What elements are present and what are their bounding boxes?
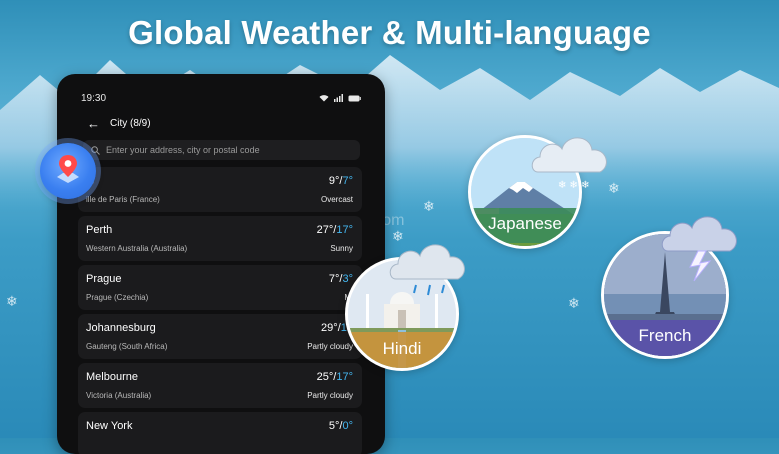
city-row[interactable]: Prague Prague (Czechia) 7°/3° Mi	[78, 265, 362, 310]
svg-text:❄ ❄ ❄: ❄ ❄ ❄	[558, 180, 590, 191]
temp-high: 25°	[316, 371, 334, 383]
back-arrow-icon[interactable]: ←	[87, 117, 100, 130]
map-pin-icon	[57, 155, 79, 183]
snowflake-icon: ❄	[6, 293, 18, 309]
city-row[interactable]: Johannesburg Gauteng (South Africa) 29°/…	[78, 314, 362, 359]
city-row[interactable]: is ille de Paris (France) 9°/7° Overcast	[78, 167, 362, 212]
temp-low: 7°	[342, 175, 353, 187]
city-region: Prague (Czechia)	[86, 293, 149, 302]
status-icons	[319, 94, 361, 102]
snowflake-icon: ❄	[392, 228, 404, 244]
temp-high: 29°	[321, 322, 338, 334]
city-region: Gauteng (South Africa)	[86, 342, 168, 351]
search-placeholder: Enter your address, city or postal code	[106, 145, 260, 155]
status-bar: 19:30	[81, 93, 361, 107]
city-condition: Sunny	[330, 244, 353, 253]
city-search-input[interactable]: Enter your address, city or postal code	[83, 140, 360, 160]
city-row[interactable]: New York 5°/0°	[78, 412, 362, 454]
language-label-japanese: Japanese	[471, 208, 579, 243]
temp-low: 17°	[336, 371, 353, 383]
city-row[interactable]: Perth Western Australia (Australia) 27°/…	[78, 216, 362, 261]
app-bar: ← City (8/9)	[87, 114, 151, 132]
search-icon	[91, 145, 100, 155]
temp-high: 9°	[328, 175, 340, 187]
cloud-storm-icon	[661, 216, 737, 282]
temp-low: 0°	[342, 420, 353, 432]
city-name: Prague	[86, 273, 122, 285]
snowflake-icon: ❄	[568, 295, 580, 311]
city-condition: Partly cloudy	[307, 342, 353, 351]
city-condition: Partly cloudy	[307, 391, 353, 400]
battery-icon	[348, 95, 361, 101]
city-list: is ille de Paris (France) 9°/7° Overcast…	[78, 167, 362, 454]
temp-low: 17°	[336, 224, 353, 236]
snowflake-icon: ❄	[608, 180, 620, 196]
city-temp: 9°/7°	[328, 175, 353, 187]
language-label-french: French	[604, 320, 726, 356]
city-name: Perth	[86, 224, 113, 236]
language-label-hindi: Hindi	[348, 332, 456, 368]
city-name: Johannesburg	[86, 322, 156, 334]
location-pin-badge	[40, 143, 96, 199]
status-time: 19:30	[81, 93, 107, 104]
city-temp: 27°/17°	[316, 224, 353, 236]
temp-high: 5°	[328, 420, 340, 432]
city-region: Victoria (Australia)	[86, 391, 152, 400]
page-title: City (8/9)	[110, 117, 151, 129]
headline: Global Weather & Multi-language	[128, 14, 651, 51]
signal-icon	[334, 94, 343, 102]
city-temp: 25°/17°	[316, 371, 353, 383]
city-row[interactable]: Melbourne Victoria (Australia) 25°/17° P…	[78, 363, 362, 408]
snowflake-icon: ❄	[423, 198, 435, 214]
temp-high: 7°	[328, 273, 340, 285]
city-region: Western Australia (Australia)	[86, 244, 188, 253]
cloud-snow-icon: ❄ ❄ ❄	[531, 137, 607, 191]
city-name: Melbourne	[86, 371, 138, 383]
city-region: ille de Paris (France)	[86, 195, 160, 204]
city-condition: Overcast	[320, 195, 353, 204]
city-name: New York	[86, 420, 133, 432]
city-temp: 5°/0°	[328, 420, 353, 432]
temp-high: 27°	[316, 224, 334, 236]
wifi-icon	[319, 95, 329, 102]
phone-screen: 19:30 ← City (8/9) Enter your address, c…	[57, 74, 385, 454]
